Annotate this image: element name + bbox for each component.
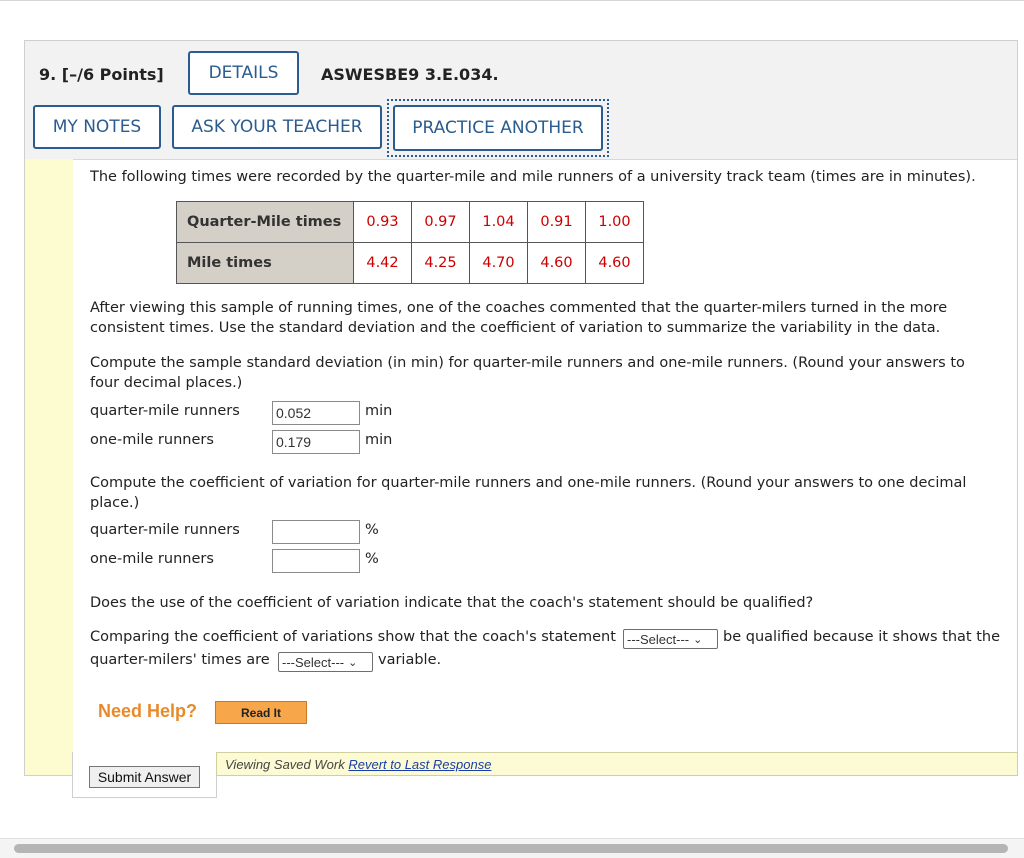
table-row: Quarter-Mile times 0.93 0.97 1.04 0.91 1… <box>176 201 644 243</box>
details-button[interactable]: DETAILS <box>188 51 299 95</box>
my-notes-button[interactable]: MY NOTES <box>33 105 161 149</box>
cv-one-unit: % <box>365 551 379 567</box>
practice-focus-ring: PRACTICE ANOTHER <box>387 99 609 157</box>
submit-answer-button[interactable]: Submit Answer <box>89 766 200 788</box>
table-cell: 4.70 <box>469 242 528 284</box>
table-cell: 4.25 <box>411 242 470 284</box>
read-it-button[interactable]: Read It <box>215 701 307 724</box>
question-header: 9. [–/6 Points] DETAILS ASWESBE9 3.E.034… <box>25 41 1017 160</box>
sd-one-unit: min <box>365 432 393 448</box>
comparing-text-3: quarter-milers' times are <box>90 652 270 668</box>
saved-work-bar: Viewing Saved Work Revert to Last Respon… <box>216 752 1018 776</box>
table-cell: 0.97 <box>411 201 470 243</box>
table-cell: 4.60 <box>585 242 644 284</box>
sd-one-input[interactable] <box>272 430 360 454</box>
sd-prompt-line: four decimal places.) <box>90 375 243 391</box>
statement-select-value: ---Select--- <box>627 631 690 647</box>
need-help-label: Need Help? <box>98 701 198 721</box>
revert-link[interactable]: Revert to Last Response <box>348 757 491 772</box>
horizontal-scrollbar-thumb[interactable] <box>14 844 1008 853</box>
top-divider <box>0 0 1024 1</box>
question-number: 9. [–/6 Points] <box>39 65 164 84</box>
paragraph-line: consistent times. Use the standard devia… <box>90 320 941 336</box>
saved-work-text: Viewing Saved Work Revert to Last Respon… <box>225 757 491 772</box>
cv-prompt-line: Compute the coefficient of variation for… <box>90 475 967 491</box>
sd-quarter-input[interactable] <box>272 401 360 425</box>
table-row: Mile times 4.42 4.25 4.70 4.60 4.60 <box>176 242 644 284</box>
variability-select[interactable]: ---Select--- ⌄ <box>278 652 373 672</box>
intro-text: The following times were recorded by the… <box>90 169 976 185</box>
statement-select[interactable]: ---Select--- ⌄ <box>623 629 718 649</box>
table-cell: 4.60 <box>527 242 586 284</box>
cv-quarter-unit: % <box>365 522 379 538</box>
question-code: ASWESBE9 3.E.034. <box>321 65 499 84</box>
chevron-down-icon: ⌄ <box>693 633 703 646</box>
table-cell: 4.42 <box>353 242 412 284</box>
cv-quarter-label: quarter-mile runners <box>90 522 240 538</box>
table-cell: 1.00 <box>585 201 644 243</box>
cv-prompt-line: place.) <box>90 495 140 511</box>
comparing-text-1: Comparing the coefficient of variations … <box>90 629 616 645</box>
variability-select-value: ---Select--- <box>282 654 345 670</box>
sd-one-label: one-mile runners <box>90 432 214 448</box>
times-table: Quarter-Mile times 0.93 0.97 1.04 0.91 1… <box>176 201 644 284</box>
sd-prompt-line: Compute the sample standard deviation (i… <box>90 355 965 371</box>
chevron-down-icon: ⌄ <box>348 656 358 669</box>
row-header: Mile times <box>176 242 354 284</box>
table-cell: 0.91 <box>527 201 586 243</box>
table-cell: 1.04 <box>469 201 528 243</box>
read-it-label: Read It <box>240 705 281 720</box>
question-sidebar <box>25 159 73 775</box>
cv-quarter-input[interactable] <box>272 520 360 544</box>
cv-one-input[interactable] <box>272 549 360 573</box>
viewing-saved-label: Viewing Saved Work <box>225 757 345 772</box>
practice-another-button[interactable]: PRACTICE ANOTHER <box>393 105 603 151</box>
qualify-question: Does the use of the coefficient of varia… <box>90 595 814 611</box>
comparing-text-4: variable. <box>378 652 442 668</box>
comparing-text-2: be qualified because it shows that the <box>723 629 1001 645</box>
ask-your-teacher-button[interactable]: ASK YOUR TEACHER <box>172 105 382 149</box>
row-header: Quarter-Mile times <box>176 201 354 243</box>
cv-one-label: one-mile runners <box>90 551 214 567</box>
paragraph-line: After viewing this sample of running tim… <box>90 300 948 316</box>
table-cell: 0.93 <box>353 201 412 243</box>
sd-quarter-label: quarter-mile runners <box>90 403 240 419</box>
sd-quarter-unit: min <box>365 403 393 419</box>
